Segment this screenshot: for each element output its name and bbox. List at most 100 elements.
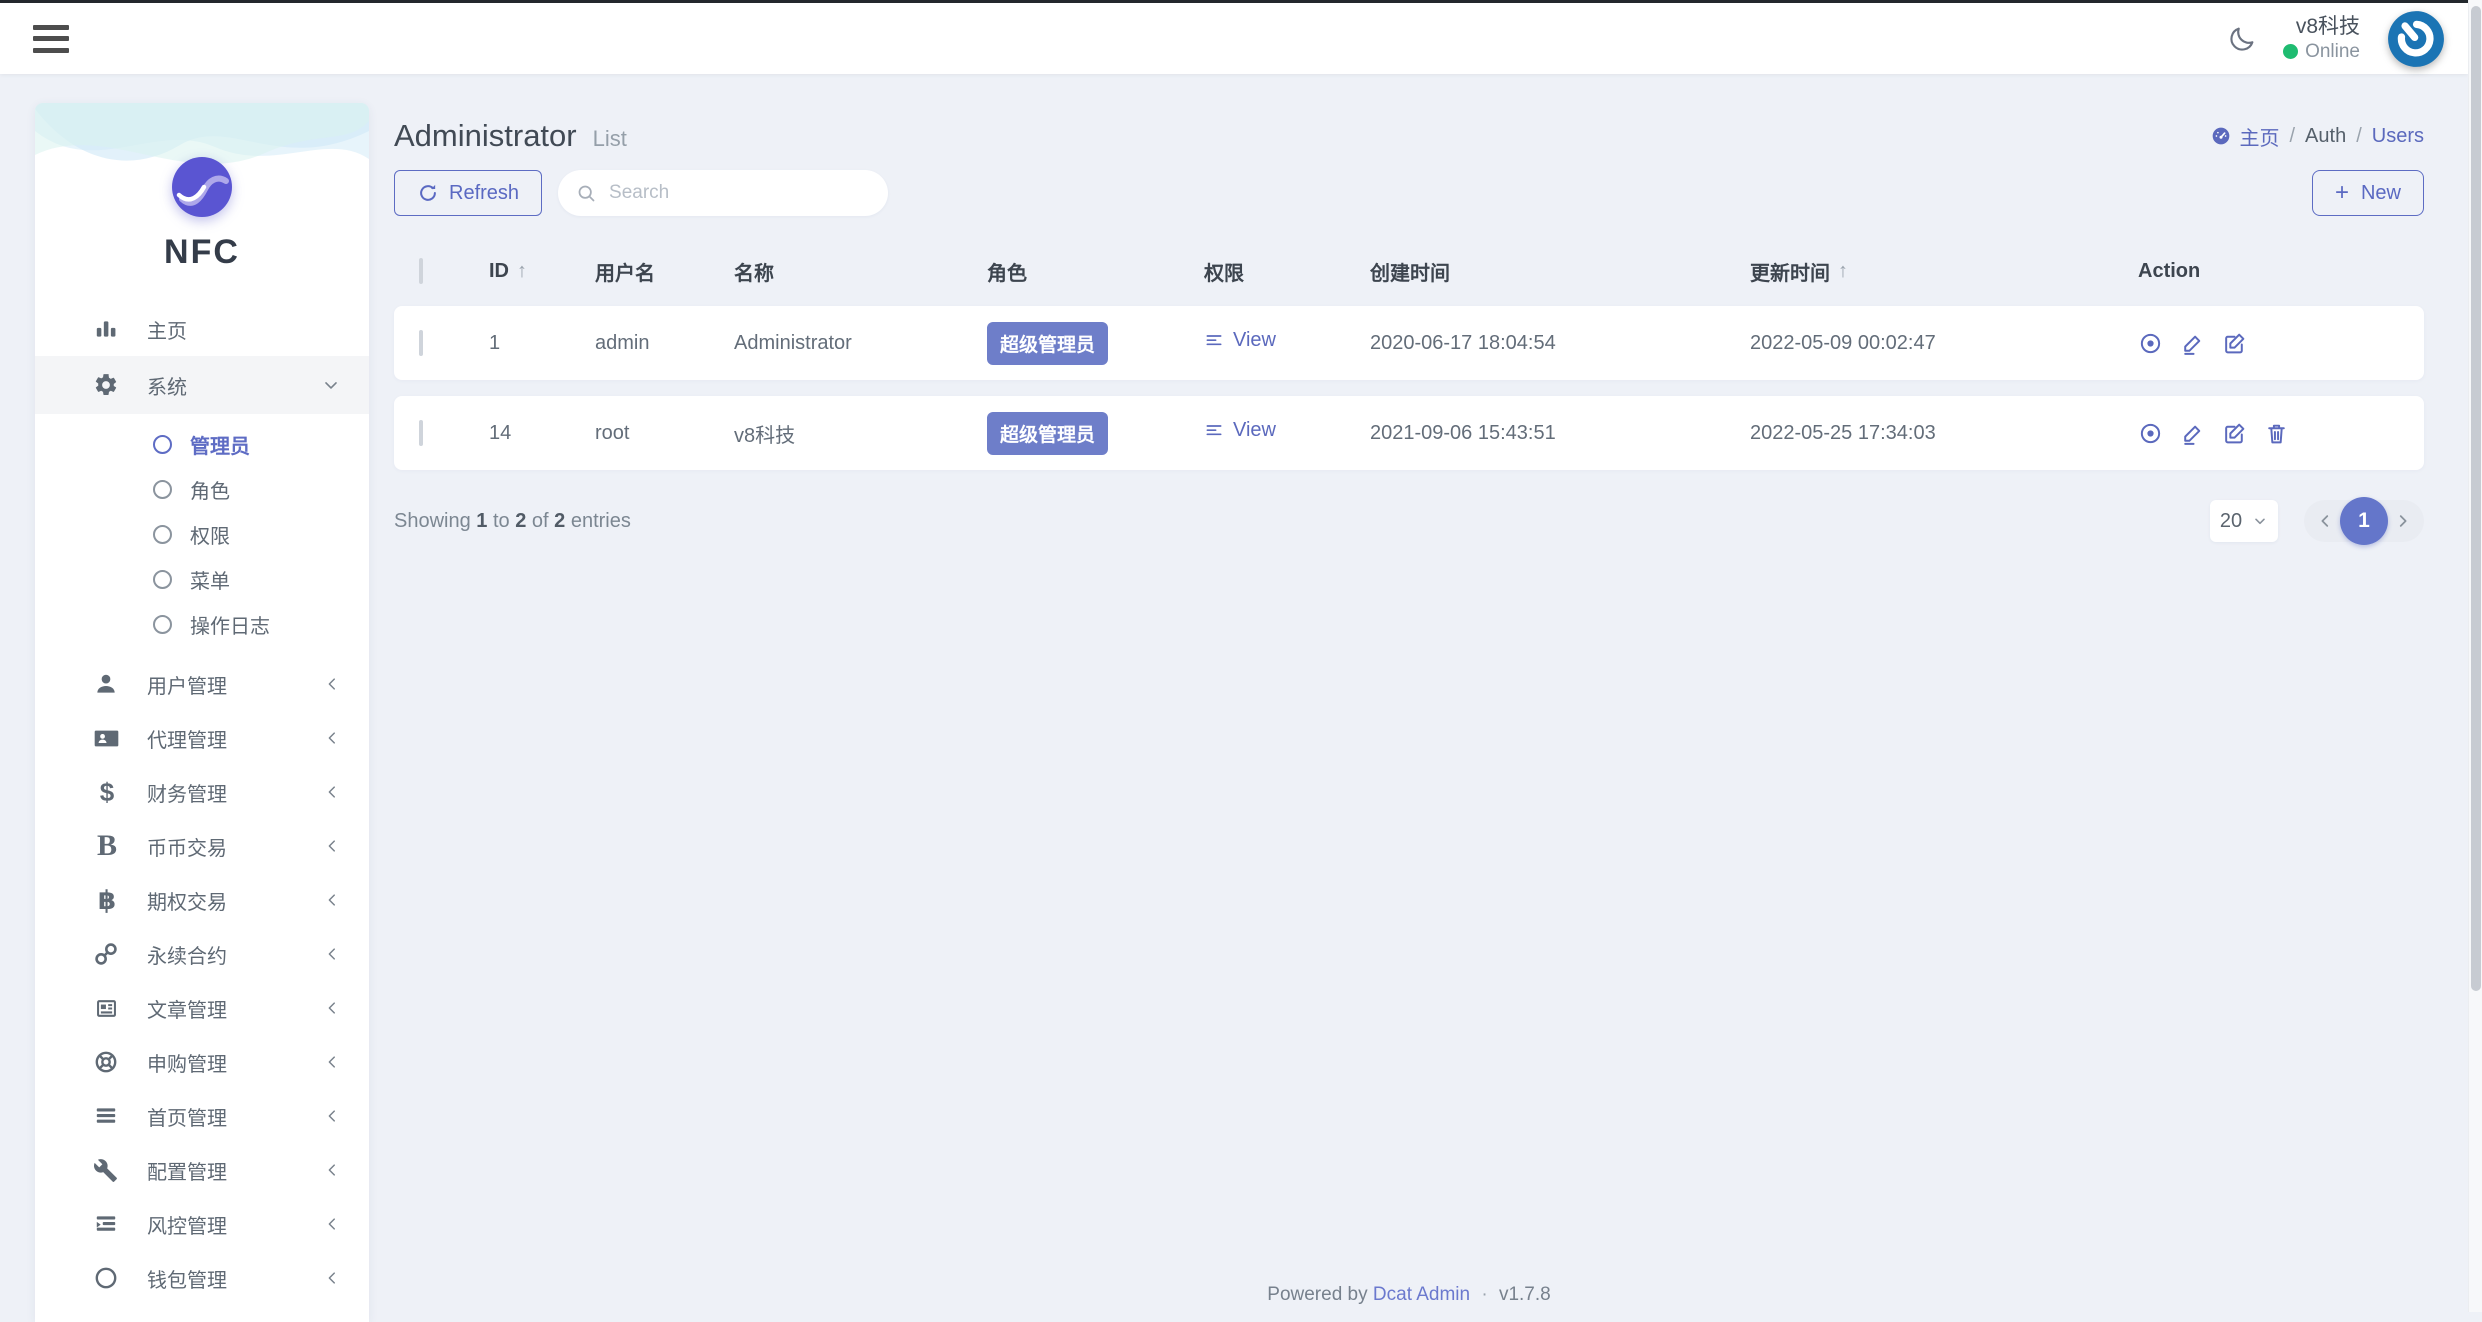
per-page-select[interactable]: 20	[2210, 500, 2278, 542]
sidebar-item-config-management[interactable]: 配置管理	[35, 1143, 369, 1197]
wrench-icon	[93, 1158, 133, 1183]
moon-icon	[2227, 24, 2257, 54]
quick-edit-button[interactable]	[2180, 421, 2205, 446]
refresh-button[interactable]: Refresh	[394, 170, 542, 216]
bullet-circle-icon	[153, 615, 172, 634]
edit-button[interactable]	[2222, 421, 2247, 446]
nfc-logo-icon	[170, 155, 234, 219]
refresh-icon	[417, 182, 439, 204]
breadcrumb-users-link[interactable]: Users	[2372, 125, 2424, 148]
search-input[interactable]	[609, 182, 849, 204]
sidebar-item-homepage-management[interactable]: 首页管理	[35, 1089, 369, 1143]
sidebar-item-option-trade[interactable]: ฿ 期权交易	[35, 873, 369, 927]
view-permissions-link[interactable]: View	[1204, 419, 1276, 442]
breadcrumb-home-link[interactable]: 主页	[2211, 122, 2279, 151]
cell-name: Administrator	[734, 332, 987, 355]
dcat-admin-link[interactable]: Dcat Admin	[1373, 1284, 1470, 1305]
sidebar-item-article-management[interactable]: 文章管理	[35, 981, 369, 1035]
sidebar-item-risk-management[interactable]: 风控管理	[35, 1197, 369, 1251]
cell-created-at: 2020-06-17 18:04:54	[1370, 332, 1750, 355]
sidebar-menu: 主页 系统 管理员 角色 权限	[35, 302, 369, 1322]
sidebar-item-user-management[interactable]: 用户管理	[35, 657, 369, 711]
chevron-left-icon	[323, 1269, 341, 1287]
quick-edit-button[interactable]	[2180, 331, 2205, 356]
chevron-down-icon	[2252, 513, 2268, 529]
sidebar-subitem-roles[interactable]: 角色	[35, 467, 369, 512]
view-permissions-link[interactable]: View	[1204, 329, 1276, 352]
edit-square-icon	[2222, 421, 2247, 446]
sidebar-subitem-permissions[interactable]: 权限	[35, 512, 369, 557]
coin-b-icon: B	[93, 829, 133, 863]
show-button[interactable]	[2138, 421, 2163, 446]
column-header-username: 用户名	[595, 257, 734, 286]
sidebar-item-coin-trade[interactable]: B 币币交易	[35, 819, 369, 873]
sidebar-item-perpetual-contract[interactable]: 永续合约	[35, 927, 369, 981]
newspaper-icon	[93, 995, 133, 1022]
gear-icon	[93, 372, 133, 398]
chevron-left-icon	[323, 945, 341, 963]
eye-icon	[2138, 421, 2163, 446]
dashboard-gauge-icon	[2211, 126, 2231, 146]
column-header-name: 名称	[734, 257, 987, 286]
brand-name: v8科技	[2283, 14, 2360, 40]
sort-asc-icon: ↑	[517, 260, 527, 283]
sidebar-toggle-button[interactable]	[33, 25, 69, 53]
list-icon	[1204, 331, 1224, 351]
row-checkbox[interactable]	[419, 330, 423, 356]
indent-list-icon	[93, 1211, 133, 1237]
row-actions	[2138, 331, 2424, 356]
bullet-circle-icon	[153, 480, 172, 499]
scrollbar-thumb[interactable]	[2471, 6, 2481, 991]
column-header-updated[interactable]: 更新时间↑	[1750, 257, 2138, 286]
sidebar-logo[interactable]	[170, 155, 234, 219]
column-header-id[interactable]: ID↑	[489, 260, 595, 283]
dark-mode-toggle[interactable]	[2227, 24, 2257, 54]
new-button[interactable]: + New	[2312, 170, 2424, 216]
app-logo-button[interactable]	[2386, 9, 2446, 69]
search-box	[558, 170, 888, 216]
previous-page-button[interactable]	[2316, 512, 2334, 530]
sidebar-item-home[interactable]: 主页	[35, 302, 369, 356]
breadcrumb: 主页 / Auth / Users	[2211, 122, 2424, 151]
table-header-row: ID↑ 用户名 名称 角色 权限 创建时间 更新时间↑ Action	[394, 248, 2424, 294]
select-all-checkbox[interactable]	[419, 258, 423, 284]
eye-icon	[2138, 331, 2163, 356]
table-row: 14 root v8科技 超级管理员 View 2021-09-06 15:43…	[394, 396, 2424, 470]
next-page-button[interactable]	[2394, 512, 2412, 530]
online-status-label: Online	[2305, 40, 2360, 64]
bullet-circle-icon	[153, 435, 172, 454]
entries-summary: Showing 1 to 2 of 2 entries	[394, 510, 631, 533]
pagination: 1	[2304, 500, 2424, 542]
life-ring-icon	[93, 1049, 133, 1075]
show-button[interactable]	[2138, 331, 2163, 356]
plus-icon: +	[2335, 179, 2349, 207]
pencil-icon	[2180, 421, 2205, 446]
sidebar-item-staking-mining[interactable]: ¥ 质押挖矿	[35, 1305, 369, 1322]
edit-button[interactable]	[2222, 331, 2247, 356]
chevron-down-icon	[321, 375, 341, 395]
row-checkbox[interactable]	[419, 420, 423, 446]
column-header-permission: 权限	[1204, 257, 1370, 286]
sidebar-item-wallet-management[interactable]: 钱包管理	[35, 1251, 369, 1305]
column-header-created: 创建时间	[1370, 257, 1750, 286]
sidebar: NFC 主页 系统 管理员 角色	[35, 103, 369, 1322]
user-menu[interactable]: v8科技 Online	[2283, 14, 2360, 64]
sidebar-item-finance-management[interactable]: $ 财务管理	[35, 765, 369, 819]
role-badge: 超级管理员	[987, 412, 1108, 455]
sidebar-subitem-administrators[interactable]: 管理员	[35, 422, 369, 467]
vertical-scrollbar[interactable]	[2468, 0, 2482, 1312]
page-subtitle: List	[593, 126, 627, 152]
column-header-action: Action	[2138, 260, 2424, 283]
sidebar-item-agent-management[interactable]: 代理管理	[35, 711, 369, 765]
row-actions	[2138, 421, 2424, 446]
current-page-button[interactable]: 1	[2340, 497, 2388, 545]
sidebar-subitem-menu[interactable]: 菜单	[35, 557, 369, 602]
chevron-left-icon	[323, 891, 341, 909]
circle-icon	[93, 1265, 133, 1291]
chevron-left-icon	[323, 1161, 341, 1179]
sidebar-item-subscription-management[interactable]: 申购管理	[35, 1035, 369, 1089]
delete-button[interactable]	[2264, 421, 2289, 446]
sidebar-item-system[interactable]: 系统	[35, 356, 369, 414]
power-logo-icon	[2386, 9, 2446, 69]
sidebar-subitem-operation-log[interactable]: 操作日志	[35, 602, 369, 647]
